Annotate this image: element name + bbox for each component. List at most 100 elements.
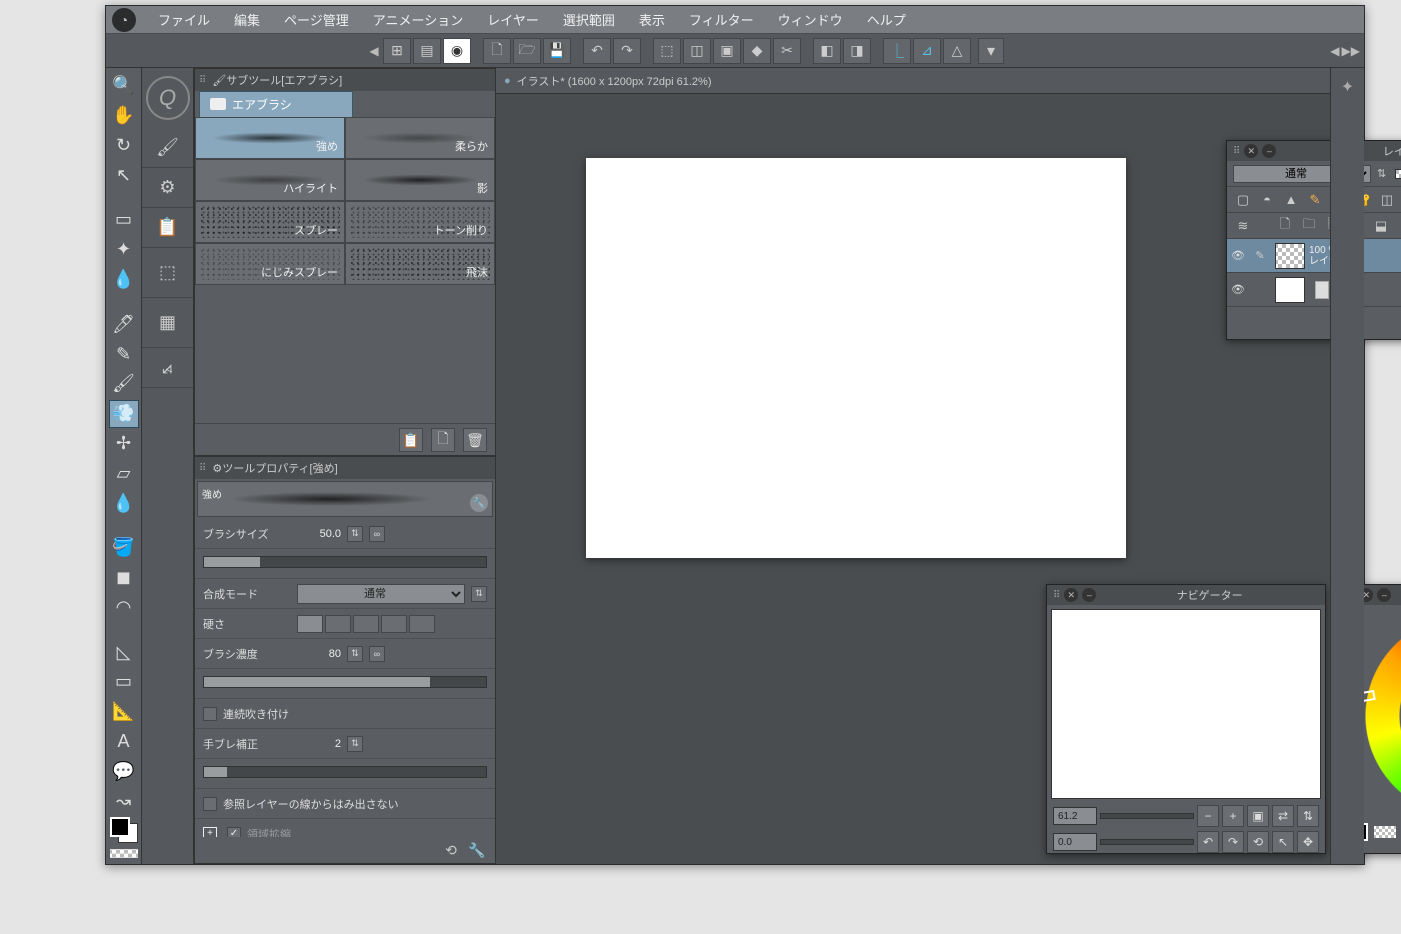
menu-help[interactable]: ヘルプ	[855, 10, 918, 29]
cb-snap1-icon[interactable]: ⎿	[883, 38, 911, 64]
cb-tone2-icon[interactable]: ◨	[843, 38, 871, 64]
subtool-category-tab[interactable]: エアブラシ	[199, 91, 353, 118]
cb-crop-icon[interactable]: ✂	[773, 38, 801, 64]
tool-ruler-icon[interactable]: 📐	[109, 698, 139, 726]
spinner-icon[interactable]: ⇅	[1377, 167, 1389, 180]
layer-mask-icon[interactable]: ◓	[1257, 190, 1277, 210]
quickaccess-icon[interactable]: Q	[146, 76, 190, 120]
tool-hand-icon[interactable]: ✋	[109, 102, 139, 130]
nav-target-icon[interactable]: ✥	[1297, 831, 1319, 853]
subtool-item-splash[interactable]: 飛沫	[345, 243, 495, 285]
flip-icon[interactable]: ⇄	[1272, 805, 1294, 827]
opt-gear-icon[interactable]: ⚙	[142, 168, 193, 208]
tool-airbrush-icon[interactable]: 💨	[109, 400, 139, 428]
wrench-icon[interactable]: 🔧	[467, 840, 487, 860]
right-windmill-icon[interactable]: ✦	[1335, 74, 1361, 100]
cb-new-icon[interactable]: 🗋	[483, 38, 511, 64]
flipv-icon[interactable]: ⇅	[1297, 805, 1319, 827]
opt-brushtip-icon[interactable]: 🖌	[142, 128, 193, 168]
opt-curve-icon[interactable]: ⦯	[142, 348, 193, 388]
close-icon[interactable]: ✕	[1244, 144, 1258, 158]
subtool-item-strong[interactable]: 強め	[195, 117, 345, 159]
transparent-icon[interactable]	[1374, 826, 1396, 838]
layer-bounds-icon[interactable]: ▢	[1233, 190, 1253, 210]
subtool-delete-icon[interactable]: 🗑	[463, 428, 487, 452]
layer-new-icon[interactable]: 🗋	[1275, 216, 1295, 236]
menu-animation[interactable]: アニメーション	[361, 10, 475, 29]
cb-dropdown-icon[interactable]: ▾	[978, 38, 1004, 64]
tool-wand-icon[interactable]: ✦	[109, 236, 139, 264]
subtool-item-spray[interactable]: スプレー	[195, 201, 345, 243]
navigator-preview[interactable]	[1051, 609, 1321, 799]
cb-erase-icon[interactable]: ⬚	[653, 38, 681, 64]
cb-scroll-left-icon[interactable]: ◀	[366, 44, 382, 58]
cb-save-icon[interactable]: 💾	[543, 38, 571, 64]
cb-tone1-icon[interactable]: ◧	[813, 38, 841, 64]
spinner-icon[interactable]: ⇅	[347, 526, 363, 542]
cb-snap3-icon[interactable]: △	[943, 38, 971, 64]
menu-layer[interactable]: レイヤー	[475, 10, 551, 29]
menu-view[interactable]: 表示	[627, 10, 677, 29]
app-logo-icon[interactable]: ◔	[112, 8, 136, 32]
tool-gradient-icon[interactable]: ◼	[109, 564, 139, 592]
cb-open-icon[interactable]: 🗁	[513, 38, 541, 64]
subtool-item-highlight[interactable]: ハイライト	[195, 159, 345, 201]
fit-icon[interactable]: ▣	[1247, 805, 1269, 827]
cb-select-eraser-icon[interactable]: ◆	[743, 38, 771, 64]
opt-selection-icon[interactable]: ⬚	[142, 248, 193, 298]
tool-pen-icon[interactable]: 🖊	[109, 310, 139, 338]
layer-ref-icon[interactable]: ▲	[1281, 190, 1301, 210]
tool-dropper-icon[interactable]: 💧	[109, 266, 139, 294]
subtool-item-blurspray[interactable]: にじみスプレー	[195, 243, 345, 285]
menu-window[interactable]: ウィンドウ	[766, 10, 855, 29]
rotate-ccw-icon[interactable]: ↶	[1197, 831, 1219, 853]
grip-icon[interactable]: ⠿	[1053, 590, 1060, 601]
cb-layout-icon[interactable]: ▤	[413, 38, 441, 64]
layer-showall-icon[interactable]: ≋	[1233, 216, 1253, 236]
menu-selection[interactable]: 選択範囲	[551, 10, 627, 29]
minimize-icon[interactable]: –	[1262, 144, 1276, 158]
layer-clip-icon[interactable]: ◫	[1377, 190, 1397, 210]
dynamics-icon[interactable]: ∞	[369, 646, 385, 662]
cb-spiral-icon[interactable]: ◉	[443, 38, 471, 64]
rotate-cw-icon[interactable]: ↷	[1222, 831, 1244, 853]
subtool-item-tone[interactable]: トーン削り	[345, 201, 495, 243]
minimize-icon[interactable]: –	[1082, 588, 1096, 602]
opt-frames-icon[interactable]: ▦	[142, 298, 193, 348]
layer-mergedown-icon[interactable]: ⬓	[1371, 216, 1391, 236]
tool-rotate-icon[interactable]: ↻	[109, 132, 139, 160]
canvas[interactable]	[586, 158, 1126, 558]
density-value[interactable]: 80	[297, 648, 341, 660]
refline-checkbox[interactable]	[203, 797, 217, 811]
doc-tab[interactable]: イラスト* (1600 x 1200px 72dpi 61.2%)	[517, 73, 712, 89]
brush-detail-icon[interactable]: 🔧	[470, 494, 488, 512]
tool-linecorrect-icon[interactable]: ↝	[109, 787, 139, 815]
minimize-icon[interactable]: –	[1377, 588, 1391, 602]
subtool-item-soft[interactable]: 柔らか	[345, 117, 495, 159]
menu-page[interactable]: ページ管理	[272, 10, 361, 29]
brushsize-slider[interactable]	[203, 556, 487, 568]
cb-scroll-left2-icon[interactable]: ◀	[1330, 44, 1339, 58]
layer-edit-icon[interactable]: ✎	[1249, 249, 1271, 262]
tool-deco-icon[interactable]: ✢	[109, 430, 139, 458]
stabilize-slider[interactable]	[203, 766, 487, 778]
toolprop-tabbar[interactable]: ⠿ ⚙ ツールプロパティ[強め]	[195, 457, 495, 479]
menu-filter[interactable]: フィルター	[677, 10, 766, 29]
color-swatch[interactable]	[110, 817, 138, 843]
cb-snap2-icon[interactable]: ⊿	[913, 38, 941, 64]
cb-scroll-right-icon[interactable]: ▶▶	[1342, 44, 1360, 58]
dynamics-icon[interactable]: ∞	[369, 526, 385, 542]
tool-figure-icon[interactable]: ◺	[109, 638, 139, 666]
subtool-tabbar[interactable]: ⠿ 🖌 サブツール[エアブラシ]	[195, 69, 495, 91]
blend-select[interactable]: 通常	[297, 584, 465, 604]
subtool-item-shadow[interactable]: 影	[345, 159, 495, 201]
layer-newfolder-icon[interactable]: 🗀	[1299, 216, 1319, 236]
brushsize-value[interactable]: 50.0	[297, 528, 341, 540]
tool-frame-icon[interactable]: ▭	[109, 668, 139, 696]
tool-move-icon[interactable]: ↖	[109, 161, 139, 189]
rotate-reset-icon[interactable]: ⟲	[1247, 831, 1269, 853]
spinner-icon[interactable]: ⇅	[471, 586, 487, 602]
tool-pencil-icon[interactable]: ✎	[109, 340, 139, 368]
tool-contour-icon[interactable]: ◠	[109, 593, 139, 621]
hardness-selector[interactable]	[297, 615, 435, 633]
